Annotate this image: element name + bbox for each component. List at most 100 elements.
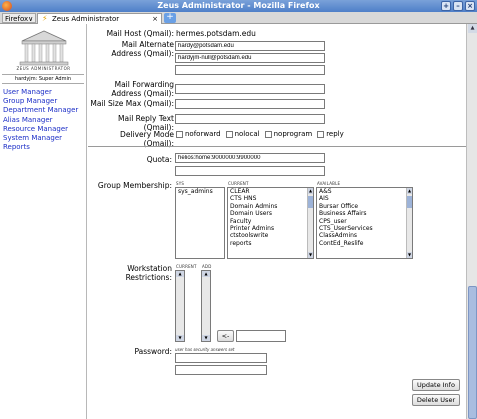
scroll-up-icon[interactable]: ▲ xyxy=(308,188,313,194)
window-titlebar: Zeus Administrator - Mozilla Firefox + –… xyxy=(0,0,477,12)
ws-add-field[interactable] xyxy=(236,330,286,342)
tab-close-icon[interactable]: × xyxy=(152,14,158,24)
sidebar-item-group-manager[interactable]: Group Manager xyxy=(3,97,78,106)
available-groups-list[interactable]: A&S AIS Bursar Office Business Affairs C… xyxy=(316,187,413,259)
reply-label: reply xyxy=(326,130,344,138)
alt-address-field-3[interactable] xyxy=(175,65,325,75)
list-item[interactable]: A&S xyxy=(317,188,412,195)
quota-field-1[interactable] xyxy=(175,153,325,163)
forwarding-label: Mail Forwarding Address (Qmail): xyxy=(111,80,174,98)
scroll-down-icon[interactable]: ▼ xyxy=(176,335,184,341)
noprogram-label: noprogram xyxy=(273,130,313,138)
group-membership-label: Group Membership: xyxy=(97,181,172,190)
scroll-thumb[interactable] xyxy=(308,196,313,208)
list-item[interactable]: ContEd_Reslife xyxy=(317,240,412,247)
zeus-temple-logo xyxy=(19,30,69,66)
list-item[interactable]: Faculty xyxy=(228,218,313,225)
noprogram-checkbox[interactable] xyxy=(264,130,272,138)
sidebar-item-reports[interactable]: Reports xyxy=(3,143,78,152)
ws-current-header: CURRENT xyxy=(176,264,197,269)
sidebar-nav: User Manager Group Manager Department Ma… xyxy=(3,88,78,152)
scroll-thumb[interactable] xyxy=(407,196,412,208)
alt-address-field-1[interactable] xyxy=(175,41,325,51)
list-item[interactable]: Business Affairs xyxy=(317,210,412,217)
browser-tabbar: Firefox∨ ⚡ Zeus Administrator × + xyxy=(0,12,477,24)
new-tab-button[interactable]: + xyxy=(164,13,176,23)
scroll-up-icon[interactable]: ▲ xyxy=(176,271,184,277)
firefox-menu-button[interactable]: Firefox∨ xyxy=(2,13,37,23)
scroll-down-icon[interactable]: ▼ xyxy=(407,252,412,258)
list-item[interactable]: ctstoolswrite xyxy=(228,232,313,239)
window-minimize-button[interactable]: – xyxy=(453,1,463,11)
password-field[interactable] xyxy=(175,353,267,363)
list-item[interactable]: ClassAdmins xyxy=(317,232,412,239)
update-info-button[interactable]: Update Info xyxy=(412,379,460,391)
ws-add-scrollbar[interactable]: ▲ ▼ xyxy=(202,271,210,341)
mail-host-label: Mail Host (Qmail): xyxy=(106,29,174,38)
noforward-label: noforward xyxy=(185,130,221,138)
list-item[interactable]: Printer Admins xyxy=(228,225,313,232)
window-new-button[interactable]: + xyxy=(441,1,451,11)
current-groups-list[interactable]: CLEAR CTS HNS Domain Admins Domain Users… xyxy=(227,187,314,259)
list-item[interactable]: sys_admins xyxy=(176,188,224,195)
ws-move-button[interactable]: <- xyxy=(217,330,234,342)
sidebar-item-user-manager[interactable]: User Manager xyxy=(3,88,78,97)
list-item[interactable]: Domain Admins xyxy=(228,203,313,210)
tab-title: Zeus Administrator xyxy=(52,15,120,23)
current-groups-scrollbar[interactable]: ▲ ▼ xyxy=(307,188,313,258)
sidebar-item-department-manager[interactable]: Department Manager xyxy=(3,106,78,115)
ws-add-list[interactable]: ▲ ▼ xyxy=(201,270,211,342)
alt-address-label: Mail Alternate Address (Qmail): xyxy=(111,40,174,58)
ws-current-list[interactable]: ▲ ▼ xyxy=(175,270,185,342)
list-item[interactable]: Domain Users xyxy=(228,210,313,217)
sys-groups-header: SYS xyxy=(176,181,185,186)
list-item[interactable]: CTS HNS xyxy=(228,195,313,202)
list-item[interactable]: CLEAR xyxy=(228,188,313,195)
password-hint: user has security answers set xyxy=(175,347,235,352)
page-scroll-thumb[interactable] xyxy=(468,286,477,419)
sidebar: ZEUS ADMINISTRATOR hardyjm: Super Admin … xyxy=(0,24,87,419)
list-item[interactable]: CTS_UserServices xyxy=(317,225,412,232)
noforward-checkbox[interactable] xyxy=(176,130,183,138)
mail-host-value: hermes.potsdam.edu xyxy=(176,29,256,38)
scroll-up-icon[interactable]: ▲ xyxy=(407,188,412,194)
list-item[interactable]: reports xyxy=(228,240,313,247)
alt-address-field-2[interactable] xyxy=(175,53,325,63)
list-item[interactable]: Bursar Office xyxy=(317,203,412,210)
scroll-up-icon[interactable]: ▲ xyxy=(202,271,210,277)
sidebar-item-alias-manager[interactable]: Alias Manager xyxy=(3,116,78,125)
section-divider xyxy=(88,146,466,147)
list-item[interactable]: CPS_user xyxy=(317,218,412,225)
quota-field-2[interactable] xyxy=(175,166,325,176)
browser-tab[interactable]: ⚡ Zeus Administrator × xyxy=(37,13,162,24)
window-title: Zeus Administrator - Mozilla Firefox xyxy=(157,1,320,10)
sidebar-item-resource-manager[interactable]: Resource Manager xyxy=(3,125,78,134)
size-max-label: Mail Size Max (Qmail): xyxy=(90,99,174,108)
delivery-mode-options: noforward nolocal noprogram reply xyxy=(176,130,347,138)
nolocal-label: nolocal xyxy=(234,130,260,138)
user-edit-form: Mail Host (Qmail): hermes.potsdam.edu Ma… xyxy=(88,24,466,419)
password-confirm-field[interactable] xyxy=(175,365,267,375)
ws-current-scrollbar[interactable]: ▲ ▼ xyxy=(176,271,184,341)
page-scroll-up-icon[interactable]: ▲ xyxy=(468,24,477,33)
password-label: Password: xyxy=(134,347,172,356)
reply-text-field[interactable] xyxy=(175,114,325,124)
size-max-field[interactable] xyxy=(175,99,325,109)
current-user: hardyjm: Super Admin xyxy=(2,74,84,84)
sidebar-item-system-manager[interactable]: System Manager xyxy=(3,134,78,143)
scroll-down-icon[interactable]: ▼ xyxy=(308,252,313,258)
scroll-down-icon[interactable]: ▼ xyxy=(202,335,210,341)
available-groups-scrollbar[interactable]: ▲ ▼ xyxy=(406,188,412,258)
list-item[interactable]: AIS xyxy=(317,195,412,202)
nolocal-checkbox[interactable] xyxy=(225,130,233,138)
page-scrollbar[interactable]: ▲ xyxy=(466,24,477,419)
logo-text: ZEUS ADMINISTRATOR xyxy=(16,66,71,71)
forwarding-field[interactable] xyxy=(175,84,325,94)
delete-user-button[interactable]: Delete User xyxy=(412,394,460,406)
page-favicon-icon: ⚡ xyxy=(42,14,48,23)
reply-checkbox[interactable] xyxy=(317,130,325,138)
firefox-app-icon xyxy=(2,1,12,11)
window-close-button[interactable]: × xyxy=(465,1,475,11)
sys-groups-list[interactable]: sys_admins xyxy=(175,187,225,259)
workstation-label: Workstation Restrictions: xyxy=(125,264,172,282)
